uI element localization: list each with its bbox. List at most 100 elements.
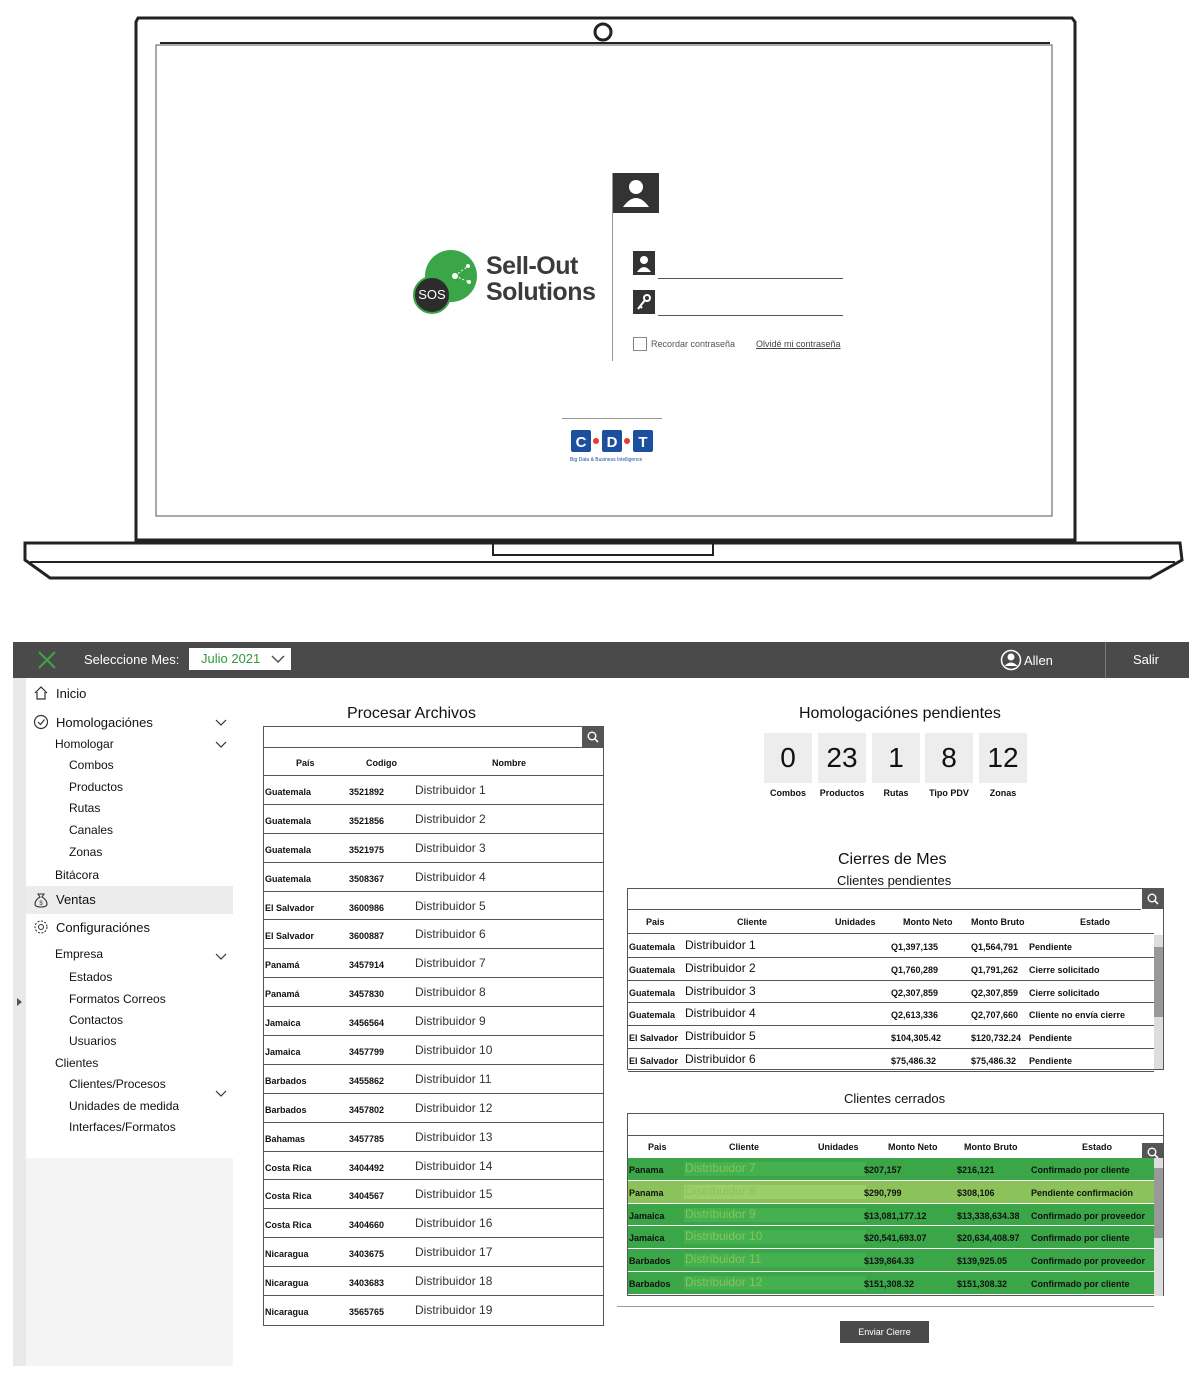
sidebar-item-homologaciones[interactable]: Homologaciónes [56,715,153,730]
table-row[interactable]: Guatemala 3521975 Distribuidor 3 [264,834,603,863]
table-row[interactable]: Bahamas 3457785 Distribuidor 13 [264,1123,603,1152]
password-field[interactable] [658,315,843,316]
search-icon [587,731,599,743]
cierres-title: Cierres de Mes [838,851,947,868]
svg-text:T: T [638,434,647,451]
table-row[interactable]: Panama Distribuidor 8 $290,799 $308,106 Pend… [628,1180,1154,1204]
expand-arrow-icon[interactable] [17,998,22,1006]
remember-checkbox[interactable] [633,337,647,351]
table-row[interactable]: Guatemala 3521856 Distribuidor 2 [264,805,603,834]
procesar-search-button[interactable] [582,727,604,747]
sidebar-item-usuarios[interactable]: Usuarios [69,1034,116,1048]
sidebar-item-rutas[interactable]: Rutas [69,801,100,815]
sidebar-item-combos[interactable]: Combos [69,758,114,772]
table-row[interactable]: Guatemala 3508367 Distribuidor 4 [264,863,603,892]
table-row[interactable]: Barbados Distribuidor 12 $151,308.32 $151,3… [628,1272,1154,1295]
monto-bruto-cell: $216,121 [957,1165,995,1175]
table-row[interactable]: Costa Rica 3404492 Distribuidor 14 [264,1152,603,1181]
table-row[interactable]: Jamaica Distribuidor 9 $13,081,177.12 $13,3… [628,1203,1154,1227]
table-row[interactable]: Nicaragua 3565765 Distribuidor 19 [264,1296,603,1325]
chevron-down-icon[interactable] [215,741,227,749]
sidebar-item-estados[interactable]: Estados [69,970,112,984]
table-row[interactable]: Nicaragua 3403683 Distribuidor 18 [264,1267,603,1297]
closed-scroll-thumb[interactable] [1154,1168,1163,1238]
table-row[interactable]: Panama Distribuidor 7 $207,157 $216,121 Conf… [628,1158,1154,1181]
sidebar-item-homologar[interactable]: Homologar [55,737,114,751]
table-row[interactable]: Guatemala Distribuidor 2 Q1,760,289 Q1,791,… [628,958,1154,981]
table-row[interactable]: Jamaica 3457799 Distribuidor 10 [264,1036,603,1065]
table-row[interactable]: Guatemala Distribuidor 3 Q2,307,859 Q2,307,… [628,981,1154,1004]
table-row[interactable]: Barbados 3457802 Distribuidor 12 [264,1094,603,1123]
pais-cell: Guatemala [265,787,312,797]
nombre-cell: Distribuidor 2 [415,811,486,826]
procesar-table: País Codigo Nombre Guatemala 3521892 Distr… [263,748,604,1326]
sidebar-item-empresa[interactable]: Empresa [55,947,103,961]
chevron-down-icon[interactable] [215,719,227,727]
sidebar-item-zonas[interactable]: Zonas [69,845,102,859]
username-field[interactable] [658,278,843,279]
table-row[interactable]: Barbados Distribuidor 11 $139,864.33 $139,9… [628,1249,1154,1272]
table-row[interactable]: El Salvador Distribuidor 5 $104,305.42 $120… [628,1026,1154,1049]
codigo-cell: 3455862 [349,1075,385,1086]
counter-value[interactable]: 1 [872,733,920,783]
table-row[interactable]: Panamá 3457830 Distribuidor 8 [264,978,603,1008]
pending-search-input[interactable] [628,889,1141,910]
month-select[interactable]: Julio 2021 [189,648,291,670]
procesar-table-header: País Codigo Nombre [264,748,603,776]
chevron-down-icon[interactable] [215,953,227,961]
table-row[interactable]: Jamaica Distribuidor 10 $20,541,693.07 $20,… [628,1226,1154,1250]
table-row[interactable]: Jamaica 3456564 Distribuidor 9 [264,1007,603,1037]
sidebar-item-inicio[interactable]: Inicio [56,686,86,701]
table-row[interactable]: Nicaragua 3403675 Distribuidor 17 [264,1238,603,1268]
svg-text:$: $ [39,901,43,907]
table-row[interactable]: El Salvador 3600986 Distribuidor 5 [264,892,603,921]
col-nombre: Nombre [492,758,527,768]
partner-divider [562,418,662,419]
sidebar-item-unidades-medida[interactable]: Unidades de medida [69,1099,179,1113]
sidebar-item-interfaces-formatos[interactable]: Interfaces/Formatos [69,1120,176,1134]
brand-line-2: Solutions [486,278,596,306]
table-row[interactable]: Guatemala 3521892 Distribuidor 1 [264,776,603,805]
sidebar-item-clientes[interactable]: Clientes [55,1056,98,1070]
counter-value[interactable]: 12 [979,733,1027,783]
enviar-cierre-button[interactable]: Enviar Cierre [840,1321,929,1343]
closed-search-input[interactable] [628,1114,1163,1136]
counter-value[interactable]: 8 [925,733,973,783]
sidebar-item-bitacora[interactable]: Bitácora [55,868,99,882]
table-row[interactable]: Guatemala Distribuidor 4 Q2,613,336 Q2,707,… [628,1003,1154,1027]
monto-neto-cell: Q1,760,289 [891,964,939,975]
counter-value[interactable]: 23 [818,733,866,783]
procesar-search-input[interactable] [263,726,604,748]
logout-button[interactable]: Salir [1133,652,1159,667]
table-row[interactable]: El Salvador Distribuidor 6 $75,486.32 $75,4… [628,1049,1154,1072]
pending-scrollbar[interactable] [1154,935,1163,1069]
sidebar-item-ventas[interactable]: Ventas [56,892,96,907]
table-row[interactable]: Barbados 3455862 Distribuidor 11 [264,1065,603,1094]
counter-value[interactable]: 0 [764,733,812,783]
close-icon[interactable] [37,650,57,670]
pending-search-button[interactable] [1142,889,1164,909]
sidebar-item-contactos[interactable]: Contactos [69,1013,123,1027]
monto-bruto-cell: $75,486.32 [971,1056,1017,1066]
monto-neto-cell: $75,486.32 [891,1056,937,1066]
table-row[interactable]: Costa Rica 3404660 Distribuidor 16 [264,1209,603,1239]
counter-label: Combos [770,788,806,798]
user-menu[interactable]: Allen [1000,649,1053,674]
sidebar-item-configuraciones[interactable]: Configuraciónes [56,920,150,935]
sidebar-item-productos[interactable]: Productos [69,780,123,794]
forgot-password-link[interactable]: Olvidé mi contraseña [756,339,841,349]
table-row[interactable]: Panamá 3457914 Distribuidor 7 [264,949,603,979]
sidebar-item-canales[interactable]: Canales [69,823,113,837]
sidebar-item-clientes-procesos[interactable]: Clientes/Procesos [69,1077,166,1091]
table-row[interactable]: El Salvador 3600887 Distribuidor 6 [264,920,603,950]
pending-scroll-thumb[interactable] [1154,947,1163,1017]
cliente-cell: Distribuidor 7 [685,1161,756,1175]
monto-bruto-cell: Q2,707,660 [971,1010,1019,1021]
sidebar-item-formatos-correos[interactable]: Formatos Correos [69,992,166,1006]
nombre-cell: Distribuidor 4 [415,869,486,884]
table-row[interactable]: Costa Rica 3404567 Distribuidor 15 [264,1180,603,1210]
table-row[interactable]: Guatemala Distribuidor 1 Q1,397,135 Q1,564,… [628,935,1154,958]
closed-scrollbar[interactable] [1154,1158,1163,1296]
chevron-down-icon[interactable] [215,1090,227,1098]
monto-neto-cell: Q2,613,336 [891,1010,939,1021]
